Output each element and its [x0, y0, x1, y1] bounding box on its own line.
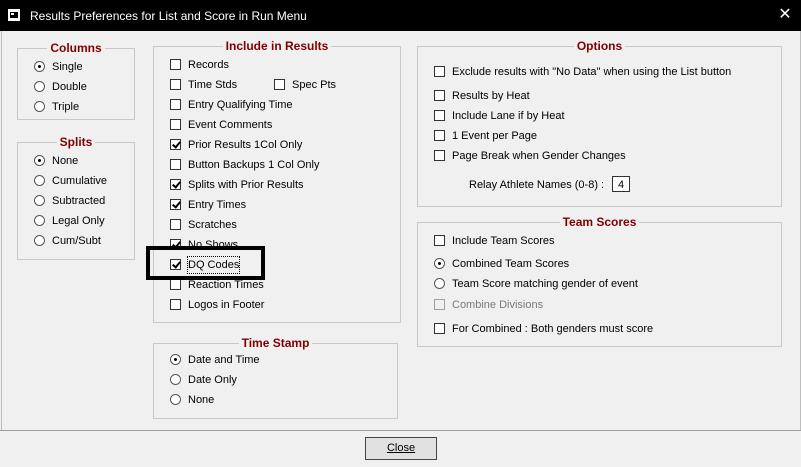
window-title: Results Preferences for List and Score i…: [30, 9, 307, 23]
include-lane-checkbox[interactable]: [434, 110, 445, 121]
include-team-scores-checkbox[interactable]: [434, 235, 445, 246]
spec-pts-checkbox[interactable]: [274, 79, 285, 90]
radio-double[interactable]: [34, 81, 45, 92]
radio-subtracted[interactable]: [34, 195, 45, 206]
title-bar: Results Preferences for List and Score i…: [0, 0, 801, 31]
radio-single[interactable]: [34, 61, 45, 72]
close-icon[interactable]: ✕: [776, 6, 794, 24]
columns-group: Columns Single Double Triple: [17, 41, 135, 120]
event-comments-checkbox[interactable]: [170, 119, 181, 130]
time-stds-checkbox[interactable]: [170, 79, 181, 90]
radio-legal-only[interactable]: [34, 215, 45, 226]
exclude-no-data-checkbox[interactable]: [434, 66, 445, 77]
radio-date-time[interactable]: [170, 354, 181, 365]
button-backups-checkbox[interactable]: [170, 159, 181, 170]
options-title: Options: [573, 39, 626, 53]
radio-matching-gender[interactable]: [434, 278, 445, 289]
page-break-gender-checkbox[interactable]: [434, 150, 445, 161]
include-results-title: Include in Results: [222, 39, 332, 53]
radio-cumulative[interactable]: [34, 175, 45, 186]
team-scores-group: Team Scores Include Team Scores Combined…: [417, 215, 782, 347]
splits-group: Splits None Cumulative Subtracted Legal …: [17, 135, 135, 260]
reaction-times-checkbox[interactable]: [170, 279, 181, 290]
prior-results-checkbox[interactable]: [170, 139, 181, 150]
radio-timestamp-none[interactable]: [170, 394, 181, 405]
timestamp-group: Time Stamp Date and Time Date Only None: [153, 336, 398, 419]
both-genders-checkbox[interactable]: [434, 323, 445, 334]
options-group: Options Exclude results with "No Data" w…: [417, 39, 782, 207]
dq-codes-highlight-box: [146, 246, 265, 280]
team-scores-title: Team Scores: [559, 215, 640, 229]
radio-triple[interactable]: [34, 101, 45, 112]
logos-in-footer-checkbox[interactable]: [170, 299, 181, 310]
close-button[interactable]: Close: [365, 437, 437, 460]
records-checkbox[interactable]: [170, 59, 181, 70]
radio-date-only[interactable]: [170, 374, 181, 385]
radio-combined-team-scores[interactable]: [434, 258, 445, 269]
app-icon: [8, 9, 20, 21]
combine-divisions-checkbox: [434, 299, 445, 310]
timestamp-title: Time Stamp: [238, 336, 313, 350]
results-by-heat-checkbox[interactable]: [434, 90, 445, 101]
radio-cum-subt[interactable]: [34, 235, 45, 246]
splits-with-prior-checkbox[interactable]: [170, 179, 181, 190]
one-event-per-page-checkbox[interactable]: [434, 130, 445, 141]
relay-athlete-names-input[interactable]: 4: [612, 176, 630, 192]
entry-times-checkbox[interactable]: [170, 199, 181, 210]
splits-title: Splits: [56, 135, 96, 149]
include-results-group: Include in Results Records Time Stds Spe…: [153, 39, 401, 323]
columns-title: Columns: [47, 41, 105, 55]
scratches-checkbox[interactable]: [170, 219, 181, 230]
relay-athlete-names-label: Relay Athlete Names (0-8) :: [469, 179, 605, 191]
radio-none[interactable]: [34, 155, 45, 166]
button-bar: Close: [0, 430, 801, 467]
entry-qualifying-time-checkbox[interactable]: [170, 99, 181, 110]
